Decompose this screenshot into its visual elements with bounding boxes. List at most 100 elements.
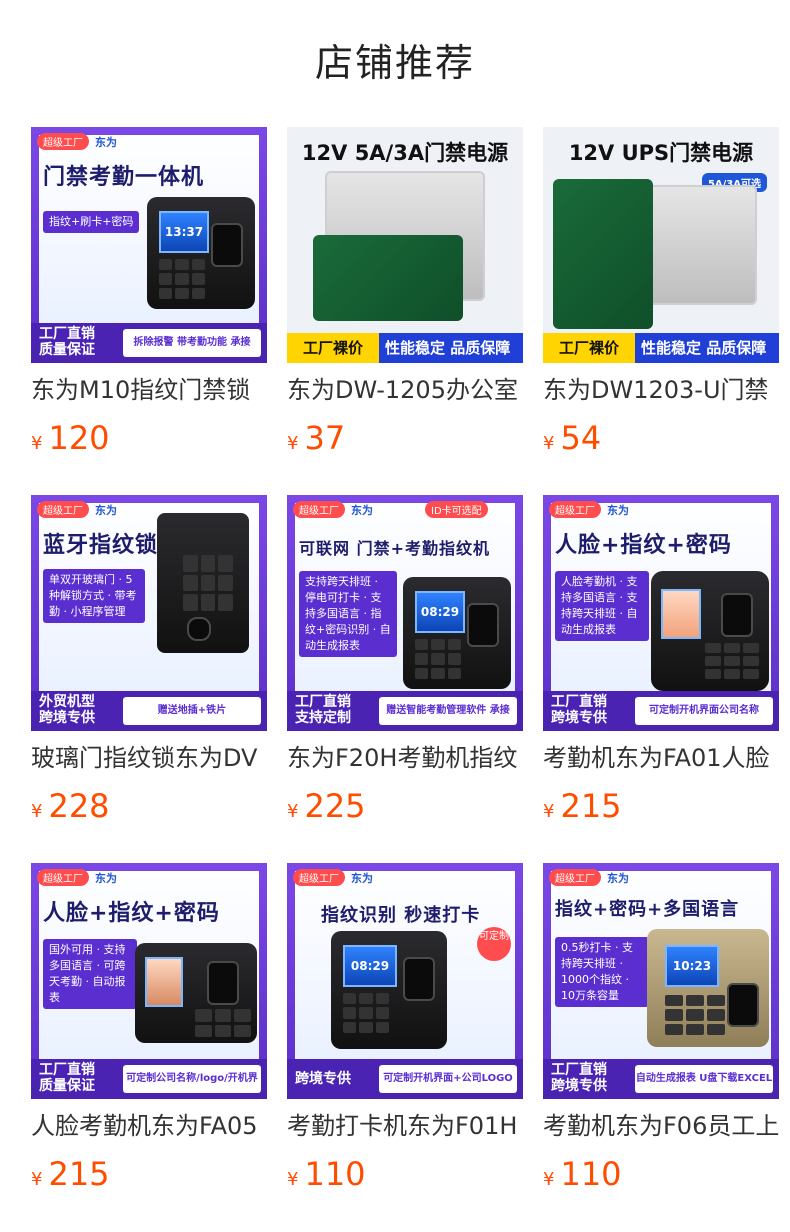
product-title[interactable]: 东为DW-1205办公室 [287,377,523,403]
band-left-text: 工厂裸价 [543,333,635,363]
product-card[interactable]: 12V UPS门禁电源 5A/3A可选 工厂裸价 性能稳定 品质保障 东为DW1… [543,127,779,455]
price-amount: 215 [560,787,622,825]
thumbnail-headline: 人脸+指纹+密码 [555,533,732,558]
product-card[interactable]: 超级工厂 东为 人脸+指纹+密码 人脸考勤机 · 支持多国语言 · 支持跨天排班… [543,495,779,823]
product-price: ¥120 [31,421,267,455]
device-keypad [159,259,205,299]
product-title[interactable]: 考勤打卡机东为F01H [287,1113,523,1139]
product-thumbnail[interactable]: 超级工厂 东为 ID卡可选配 可联网 门禁+考勤指纹机 支持跨天排班 · 停电可… [287,495,523,731]
product-thumbnail[interactable]: 超级工厂 东为 蓝牙指纹锁 单双开玻璃门 · 5种解锁方式 · 带考勤 · 小程… [31,495,267,731]
face-photo [145,957,183,1007]
product-thumbnail[interactable]: 12V UPS门禁电源 5A/3A可选 工厂裸价 性能稳定 品质保障 [543,127,779,363]
thumbnail-tag: ID卡可选配 [425,501,488,518]
super-factory-badge: 超级工厂 [37,501,89,518]
band-right-text: 性能稳定 品质保障 [385,339,511,357]
bottom-right-text: 赠送智能考勤管理软件 承接OEM/ODM贴牌加工 [379,697,517,725]
currency-symbol: ¥ [287,433,299,454]
product-card[interactable]: 超级工厂 东为 人脸+指纹+密码 国外可用 · 支持多国语言 · 可跨天考勤 ·… [31,863,267,1191]
price-amount: 228 [48,787,110,825]
bottom-right-text: 赠送地插+铁片 [123,697,261,725]
currency-symbol: ¥ [287,1169,299,1190]
page-title: 店铺推荐 [314,41,475,85]
product-card[interactable]: 超级工厂 东为 ID卡可选配 可联网 门禁+考勤指纹机 支持跨天排班 · 停电可… [287,495,523,823]
product-price: ¥215 [543,789,779,823]
bottom-left-text: 工厂直销 支持定制 [295,694,351,726]
product-thumbnail[interactable]: 超级工厂 东为 门禁考勤一体机 指纹+刷卡+密码 13:37 工厂直销 质量保证 [31,127,267,363]
bottom-right-text: 可定制公司名称/logo/开机界面 承接OEM/ODM贴牌加工 [123,1065,261,1093]
thumbnail-headline: 指纹识别 秒速打卡 [321,905,481,926]
bottom-left-line-2: 质量保证 [39,1078,95,1094]
product-thumbnail[interactable]: 超级工厂 东为 人脸+指纹+密码 国外可用 · 支持多国语言 · 可跨天考勤 ·… [31,863,267,1099]
currency-symbol: ¥ [31,1169,43,1190]
price-amount: 37 [304,419,346,457]
thumbnail-subtext: 指纹+刷卡+密码 [43,211,140,233]
fingerprint-sensor-icon [187,617,211,641]
product-price: ¥54 [543,421,779,455]
product-thumbnail[interactable]: 超级工厂 东为 人脸+指纹+密码 人脸考勤机 · 支持多国语言 · 支持跨天排班… [543,495,779,731]
product-title[interactable]: 玻璃门指纹锁东为DV [31,745,267,771]
brand-label: 东为 [95,503,117,517]
bottom-left-line-2: 跨境专供 [39,710,95,726]
access-device-image: 13:37 [147,197,255,309]
brand-label: 东为 [607,503,629,517]
fingerprint-sensor-icon [721,593,753,637]
fingerprint-sensor-icon [207,961,239,1005]
super-factory-badge: 超级工厂 [37,869,89,886]
brand-label: 东为 [351,871,373,885]
thumbnail-bottom-band: 工厂直销 跨境专供 可定制开机界面公司名称LOGO 承接OEM/ODM贴牌加工 [543,691,779,731]
face-recognition-device-image [135,943,257,1043]
access-device-image: 08:29 [403,577,511,689]
bottom-right-text: 自动生成报表 U盘下载EXCEL表 承接OEM/ODM贴牌加工 [635,1065,773,1093]
bottom-left-line-1: 工厂直销 [295,694,351,710]
bottom-left-text: 工厂直销 跨境专供 [551,1062,607,1094]
thumbnail-subtext: 国外可用 · 支持多国语言 · 可跨天考勤 · 自动报表 [43,939,137,1009]
product-title[interactable]: 考勤机东为F06员工上 [543,1113,779,1139]
brand-label: 东为 [607,871,629,885]
face-photo [661,589,701,639]
product-thumbnail[interactable]: 超级工厂 东为 指纹识别 秒速打卡 可定制 08:29 跨境专供 可定制开机界面… [287,863,523,1099]
product-thumbnail[interactable]: 超级工厂 东为 指纹+密码+多国语言 0.5秒打卡 · 支持跨天排班 · 100… [543,863,779,1099]
band-left-text: 工厂裸价 [287,333,379,363]
thumbnail-bottom-band: 工厂直销 质量保证 拆除报警 带考勤功能 承接OEM/ODM贴牌加工 [31,323,267,363]
thumbnail-subtext: 单双开玻璃门 · 5种解锁方式 · 带考勤 · 小程序管理 [43,569,145,623]
device-screen: 08:29 [415,591,465,633]
thumbnail-subtext: 0.5秒打卡 · 支持跨天排班 · 1000个指纹 · 10万条容量 [555,937,649,1007]
product-card[interactable]: 超级工厂 东为 指纹+密码+多国语言 0.5秒打卡 · 支持跨天排班 · 100… [543,863,779,1191]
product-card[interactable]: 超级工厂 东为 指纹识别 秒速打卡 可定制 08:29 跨境专供 可定制开机界面… [287,863,523,1191]
circuit-board-image [553,179,653,329]
product-card[interactable]: 超级工厂 东为 蓝牙指纹锁 单双开玻璃门 · 5种解锁方式 · 带考勤 · 小程… [31,495,267,823]
bottom-right-text: 拆除报警 带考勤功能 承接OEM/ODM贴牌加工 [123,329,261,357]
product-price: ¥110 [543,1157,779,1191]
thumbnail-bottom-band: 外贸机型 跨境专供 赠送地插+铁片 [31,691,267,731]
product-title[interactable]: 人脸考勤机东为FA05 [31,1113,267,1139]
thumbnail-bottom-band: 工厂裸价 性能稳定 品质保障 [287,333,523,363]
time-clock-device-image: 10:23 [647,929,769,1047]
thumbnail-subtext: 人脸考勤机 · 支持多国语言 · 支持跨天排班 · 自动生成报表 [555,571,649,641]
product-title[interactable]: 东为F20H考勤机指纹 [287,745,523,771]
product-title[interactable]: 考勤机东为FA01人脸 [543,745,779,771]
bottom-right-text: 可定制开机界面公司名称LOGO 承接OEM/ODM贴牌加工 [635,697,773,725]
product-card[interactable]: 超级工厂 东为 门禁考勤一体机 指纹+刷卡+密码 13:37 工厂直销 质量保证 [31,127,267,455]
price-amount: 110 [560,1155,622,1193]
thumbnail-subtext: 支持跨天排班 · 停电可打卡 · 支持多国语言 · 指纹+密码识别 · 自动生成… [299,571,397,657]
product-card[interactable]: 12V 5A/3A门禁电源 工厂裸价 性能稳定 品质保障 东为DW-1205办公… [287,127,523,455]
currency-symbol: ¥ [31,433,43,454]
face-recognition-device-image [651,571,769,691]
bottom-left-line-2: 跨境专供 [551,1078,607,1094]
device-keypad [343,993,389,1033]
thumbnail-topbar: 超级工厂 东为 [37,133,117,150]
device-keypad [415,639,461,679]
price-amount: 54 [560,419,602,457]
thumbnail-topbar: 超级工厂 东为 [293,869,373,886]
price-amount: 120 [48,419,110,457]
product-title[interactable]: 东为M10指纹门禁锁 [31,377,267,403]
device-screen: 10:23 [665,945,719,987]
bottom-left-line-2: 跨境专供 [551,710,607,726]
customizable-badge: 可定制 [477,927,511,961]
product-price: ¥225 [287,789,523,823]
product-thumbnail[interactable]: 12V 5A/3A门禁电源 工厂裸价 性能稳定 品质保障 [287,127,523,363]
thumbnail-headline: 12V 5A/3A门禁电源 [301,141,509,165]
bottom-left-text: 外贸机型 跨境专供 [39,694,95,726]
product-title[interactable]: 东为DW1203-U门禁 [543,377,779,403]
thumbnail-bottom-band: 工厂直销 跨境专供 自动生成报表 U盘下载EXCEL表 承接OEM/ODM贴牌加… [543,1059,779,1099]
